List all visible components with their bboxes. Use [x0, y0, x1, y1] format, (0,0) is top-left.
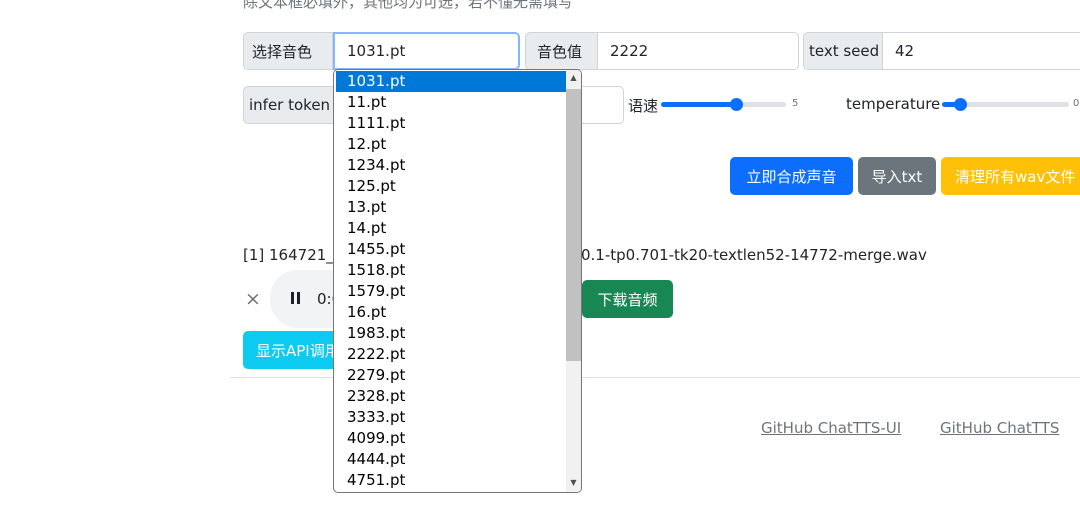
speed-slider[interactable] [661, 97, 791, 113]
voice-dropdown-list[interactable]: 1031.pt 11.pt 1111.pt 12.pt 1234.pt 125.pt 13.… [333, 69, 582, 493]
github-chattts-link[interactable]: GitHub ChatTTS [940, 419, 1059, 437]
result-filename-prefix: [1] 164721_ [243, 246, 334, 264]
download-audio-button[interactable]: 下载音频 [582, 280, 673, 318]
form-hint: 除文本框必填外，其他均为可选，若不懂无需填写 [243, 0, 574, 11]
voice-option[interactable]: 1518.pt [334, 260, 566, 281]
show-api-button[interactable]: 显示API调用 [243, 331, 343, 369]
voice-option[interactable]: 1455.pt [334, 239, 566, 260]
voice-option[interactable]: 1031.pt [336, 71, 573, 92]
temperature-max: 0 [1073, 98, 1080, 109]
pause-icon[interactable] [290, 292, 302, 306]
speed-label: 语速 [628, 97, 659, 115]
tone-input[interactable]: 2222 [597, 32, 799, 70]
synthesize-button[interactable]: 立即合成声音 [730, 157, 853, 195]
clear-wav-button[interactable]: 清理所有wav文件 [941, 157, 1080, 195]
voice-option-list: 1031.pt 11.pt 1111.pt 12.pt 1234.pt 125.pt 13.… [334, 71, 573, 491]
voice-option[interactable]: 1111.pt [334, 113, 566, 134]
voice-option[interactable]: 1234.pt [334, 155, 566, 176]
scroll-down-icon[interactable]: ▼ [566, 478, 581, 487]
voice-option[interactable]: 125.pt [334, 176, 566, 197]
voice-option[interactable]: 4444.pt [334, 449, 566, 470]
temperature-thumb[interactable] [954, 98, 967, 111]
voice-option[interactable]: 12.pt [334, 134, 566, 155]
voice-option[interactable]: 4099.pt [334, 428, 566, 449]
github-chattts-ui-link[interactable]: GitHub ChatTTS-UI [761, 419, 901, 437]
scroll-up-icon[interactable]: ▲ [566, 73, 581, 82]
infer-token-label: infer token [243, 86, 338, 124]
infer-token-input[interactable] [578, 86, 624, 124]
voice-select-value: 1031.pt [347, 42, 406, 60]
voice-option[interactable]: 16.pt [334, 302, 566, 323]
text-seed-input[interactable]: 42 [882, 32, 1080, 70]
voice-option[interactable]: 4751.pt [334, 470, 566, 491]
voice-option[interactable]: 13.pt [334, 197, 566, 218]
import-txt-button[interactable]: 导入txt [858, 157, 936, 195]
result-filename-suffix: 0.1-tp0.701-tk20-textlen52-14772-merge.w… [581, 246, 927, 264]
voice-option[interactable]: 11.pt [334, 92, 566, 113]
close-icon[interactable]: × [245, 288, 261, 310]
voice-option[interactable]: 2222.pt [334, 344, 566, 365]
voice-select[interactable]: 1031.pt [333, 32, 520, 70]
voice-option[interactable]: 2328.pt [334, 386, 566, 407]
temperature-label: temperature [846, 95, 941, 113]
text-seed-label: text seed [803, 32, 883, 70]
scrollbar-thumb[interactable] [566, 89, 581, 361]
voice-option[interactable]: 2279.pt [334, 365, 566, 386]
temperature-slider[interactable] [942, 97, 1072, 113]
voice-option[interactable]: 14.pt [334, 218, 566, 239]
voice-select-label: 选择音色 [243, 32, 333, 70]
speed-thumb[interactable] [730, 98, 743, 111]
speed-fill [661, 102, 736, 107]
voice-option[interactable]: 1983.pt [334, 323, 566, 344]
tone-label: 音色值 [525, 32, 598, 70]
voice-option[interactable]: 1579.pt [334, 281, 566, 302]
speed-max: 5 [792, 98, 799, 109]
voice-option[interactable]: 3333.pt [334, 407, 566, 428]
